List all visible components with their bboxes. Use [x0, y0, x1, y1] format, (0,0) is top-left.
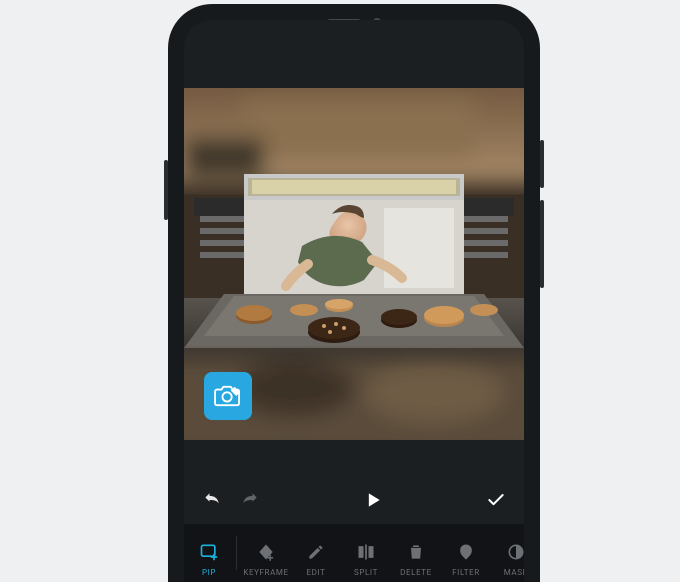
- watermark-remove-badge[interactable]: [204, 372, 252, 420]
- check-icon: [486, 490, 506, 510]
- tool-split[interactable]: SPLIT: [341, 524, 391, 582]
- tool-edit[interactable]: EDIT: [291, 524, 341, 582]
- mask-icon: [506, 542, 524, 562]
- tool-pip[interactable]: PIP: [184, 524, 234, 582]
- pencil-icon: [306, 542, 326, 562]
- phone-side-button-right-2: [540, 200, 544, 288]
- transport-bar: [184, 476, 524, 524]
- tool-keyframe[interactable]: KEYFRAME: [241, 524, 291, 582]
- editor-toolbar: PIP KEYFRAME EDIT SPLIT DELETE FILTER: [184, 524, 524, 582]
- tool-delete[interactable]: DELETE: [391, 524, 441, 582]
- tool-label: MASK: [504, 568, 524, 577]
- tool-filter[interactable]: FILTER: [441, 524, 491, 582]
- confirm-button[interactable]: [484, 488, 508, 512]
- tool-label: KEYFRAME: [243, 568, 288, 577]
- tool-label: DELETE: [400, 568, 432, 577]
- video-preview[interactable]: [184, 88, 524, 440]
- keyframe-icon: [256, 542, 276, 562]
- undo-button[interactable]: [200, 488, 224, 512]
- tool-mask[interactable]: MASK: [491, 524, 524, 582]
- play-icon: [363, 490, 383, 510]
- redo-icon: [240, 490, 260, 510]
- tool-label: SPLIT: [354, 568, 378, 577]
- trash-icon: [406, 542, 426, 562]
- tool-label: EDIT: [306, 568, 325, 577]
- phone-side-button-right-1: [540, 140, 544, 188]
- redo-button[interactable]: [238, 488, 262, 512]
- undo-icon: [202, 490, 222, 510]
- toolbar-divider: [236, 536, 237, 570]
- pip-add-icon: [199, 542, 219, 562]
- split-icon: [356, 542, 376, 562]
- filter-blob-icon: [456, 542, 476, 562]
- app-screen: PIP KEYFRAME EDIT SPLIT DELETE FILTER: [184, 20, 524, 582]
- play-button[interactable]: [361, 488, 385, 512]
- camera-erase-icon: [213, 384, 243, 408]
- tool-label: FILTER: [452, 568, 480, 577]
- tool-label: PIP: [202, 568, 216, 577]
- phone-side-button-left: [164, 160, 168, 220]
- phone-frame: PIP KEYFRAME EDIT SPLIT DELETE FILTER: [168, 4, 540, 582]
